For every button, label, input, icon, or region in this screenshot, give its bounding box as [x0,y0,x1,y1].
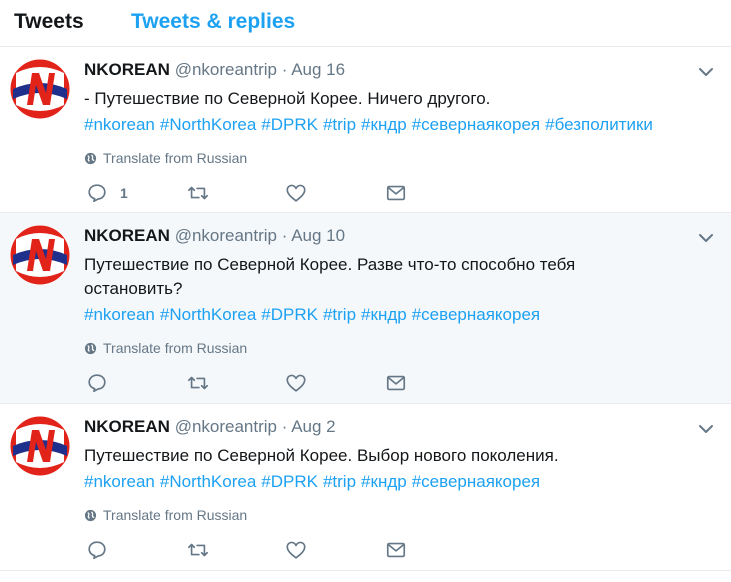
retweet-icon [186,539,210,561]
translate-link[interactable]: Translate from Russian [84,149,247,167]
envelope-icon [385,539,407,561]
hashtag-link[interactable]: #безполитики [545,115,653,134]
display-name[interactable]: NKOREAN [84,226,170,245]
hashtag-link[interactable]: #nkorean [84,472,155,491]
tweet-header: NKOREAN @nkoreantrip · Aug 10 [84,226,345,246]
chevron-down-icon[interactable] [698,422,714,434]
hashtag-link[interactable]: #NorthKorea [160,305,256,324]
direct-message-button[interactable] [385,372,407,394]
retweet-button[interactable] [186,182,210,204]
translate-label: Translate from Russian [103,507,248,523]
hashtag-link[interactable]: #trip [323,472,356,491]
tweet-header: NKOREAN @nkoreantrip · Aug 2 [84,417,336,437]
hashtag-link[interactable]: #севернаякорея [412,472,540,491]
hashtag-link[interactable]: #кндр [361,472,407,491]
hashtag-link[interactable]: #севернаякорея [412,305,540,324]
globe-icon [84,507,103,523]
display-name[interactable]: NKOREAN [84,417,170,436]
direct-message-button[interactable] [385,182,407,204]
like-button[interactable] [285,539,307,561]
like-button[interactable] [285,372,307,394]
user-handle[interactable]: @nkoreantrip [175,226,277,245]
tweet-date[interactable]: Aug 10 [291,226,345,245]
nkorean-logo-icon [10,416,70,476]
tweet-header: NKOREAN @nkoreantrip · Aug 16 [84,60,345,80]
envelope-icon [385,182,407,204]
translate-link[interactable]: Translate from Russian [84,339,247,357]
hashtag-link[interactable]: #DPRK [261,305,318,324]
avatar[interactable] [10,225,70,285]
retweet-button[interactable] [186,372,210,394]
avatar[interactable] [10,59,70,119]
tweet-date[interactable]: Aug 16 [291,60,345,79]
retweet-button[interactable] [186,539,210,561]
hashtag-link[interactable]: #DPRK [261,115,318,134]
globe-icon [84,150,103,166]
separator-dot: · [281,417,288,436]
tweet-card[interactable]: NKOREAN @nkoreantrip · Aug 2 Путешествие… [0,404,731,571]
tweet-text: Путешествие по Северной Корее. Разве что… [84,253,624,301]
translate-label: Translate from Russian [103,340,248,356]
hashtag-link[interactable]: #nkorean [84,115,155,134]
translate-link[interactable]: Translate from Russian [84,506,247,524]
hashtag-link[interactable]: #nkorean [84,305,155,324]
tab-tweets[interactable]: Tweets [14,9,84,35]
chevron-down-icon[interactable] [698,231,714,243]
tweet-text-line: Путешествие по Северной Корее. Выбор нов… [84,446,559,465]
reply-icon [86,182,108,204]
tweet-text-line: Путешествие по Северной Корее. Разве что… [84,255,576,274]
tweet-date[interactable]: Aug 2 [291,417,335,436]
like-button[interactable] [285,182,307,204]
hashtag-link[interactable]: #кндр [361,115,407,134]
tweet-text-line: остановить? [84,279,183,298]
hashtag-link[interactable]: #кндр [361,305,407,324]
direct-message-button[interactable] [385,539,407,561]
reply-icon [86,539,108,561]
hashtag-list: #nkorean #NorthKorea #DPRK #trip #кндр #север… [84,303,545,327]
chevron-down-icon[interactable] [698,65,714,77]
tweet-text: - Путешествие по Северной Корее. Ничего … [84,87,624,111]
user-handle[interactable]: @nkoreantrip [175,417,277,436]
hashtag-list: #nkorean #NorthKorea #DPRK #trip #кндр #север… [84,470,545,494]
avatar[interactable] [10,416,70,476]
display-name[interactable]: NKOREAN [84,60,170,79]
tweet-text: Путешествие по Северной Корее. Выбор нов… [84,444,624,468]
reply-icon [86,372,108,394]
hashtag-link[interactable]: #NorthKorea [160,115,256,134]
nkorean-logo-icon [10,225,70,285]
tweet-card[interactable]: NKOREAN @nkoreantrip · Aug 10 Путешестви… [0,213,731,404]
hashtag-link[interactable]: #DPRK [261,472,318,491]
envelope-icon [385,372,407,394]
tweet-card[interactable]: NKOREAN @nkoreantrip · Aug 16 - Путешест… [0,47,731,213]
tweet-text-line: - Путешествие по Северной Корее. Ничего … [84,89,491,108]
separator-dot: · [281,60,288,79]
user-handle[interactable]: @nkoreantrip [175,60,277,79]
profile-tabs: Tweets Tweets & replies [0,0,731,47]
tab-tweets-and-replies[interactable]: Tweets & replies [131,9,295,35]
nkorean-logo-icon [10,59,70,119]
heart-icon [285,372,307,394]
reply-button[interactable]: 1 [86,182,128,204]
reply-button[interactable] [86,372,108,394]
reply-button[interactable] [86,539,108,561]
reply-count: 1 [120,185,128,201]
retweet-icon [186,372,210,394]
retweet-icon [186,182,210,204]
globe-icon [84,340,103,356]
separator-dot: · [281,226,288,245]
hashtag-link[interactable]: #NorthKorea [160,472,256,491]
hashtag-link[interactable]: #trip [323,115,356,134]
hashtag-list: #nkorean #NorthKorea #DPRK #trip #кндр #север… [84,113,658,137]
hashtag-link[interactable]: #trip [323,305,356,324]
hashtag-link[interactable]: #севернаякорея [412,115,540,134]
heart-icon [285,539,307,561]
heart-icon [285,182,307,204]
translate-label: Translate from Russian [103,150,248,166]
